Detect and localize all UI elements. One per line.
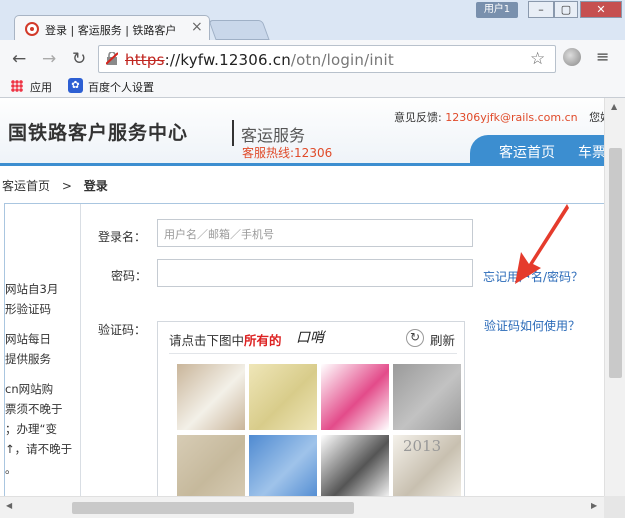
address-bar[interactable]: https://kyfw.12306.cn/otn/login/init ☆ [98, 45, 556, 73]
captcha-box: 请点击下图中所有的 口哨 ↻ 刷新 2013 [157, 321, 465, 496]
zipper-image[interactable] [321, 435, 389, 496]
calendar-year-text: 2013 [403, 437, 442, 455]
breadcrumb-current: 登录 [83, 179, 108, 193]
close-tab-icon[interactable]: × [191, 19, 203, 35]
nav-home[interactable]: 客运首页 [499, 142, 555, 162]
tiles-image[interactable] [177, 435, 245, 496]
site-title: 国铁路客户服务中心 [8, 122, 189, 144]
breadcrumb: 客运首页 > 登录 [2, 179, 108, 193]
refresh-icon[interactable]: ↻ [406, 329, 424, 347]
captcha-prompt: 请点击下图中所有的 [169, 333, 282, 348]
bookmark-star-icon[interactable]: ☆ [530, 49, 545, 69]
marshmallows-image[interactable] [177, 364, 245, 430]
url-text: https://kyfw.12306.cn/otn/login/init [125, 51, 394, 69]
nav-tickets[interactable]: 车票 [578, 142, 604, 162]
forward-arrow-icon[interactable]: → [42, 49, 56, 69]
feedback-email-link[interactable]: 12306yjfk@rails.com.cn [445, 111, 577, 124]
maximize-button[interactable]: ▢ [554, 1, 578, 18]
password-label: 密码： [111, 269, 148, 283]
reload-icon[interactable]: ↻ [72, 49, 86, 69]
captcha-target-word: 口哨 [296, 330, 324, 346]
site-header: 国铁路客户服务中心 客运服务 客服热线:12306 意见反馈: 12306yjf… [0, 98, 604, 166]
grey-texture-image[interactable] [393, 364, 461, 430]
horizontal-scrollbar[interactable]: ◀ ▶ [0, 496, 604, 518]
notice-column: 网站自3月 形验证码 网站每日 提供服务 cn网站购 票须不晚于 ；办理“变 ↑… [5, 204, 81, 496]
back-arrow-icon[interactable]: ← [12, 49, 26, 69]
vertical-scrollbar[interactable]: ▲ [604, 98, 625, 496]
notice-line: ↑，请不晚于 [5, 442, 73, 456]
title-bar: 登录 | 客运服务 | 铁路客户 × 用户1 – ▢ ✕ [0, 0, 625, 41]
notice-line: ；办理“变 [5, 422, 57, 436]
new-tab-button[interactable] [208, 20, 270, 40]
minimize-button[interactable]: – [528, 1, 554, 18]
scroll-right-arrow-icon[interactable]: ▶ [591, 501, 597, 510]
notice-line: cn网站购 [5, 382, 54, 396]
calendar-image[interactable] [249, 364, 317, 430]
bookmarks-bar: 应用 ✿ 百度个人设置 [0, 76, 625, 98]
menu-icon[interactable]: ≡ [596, 47, 609, 66]
main-nav: 客运首页 车票 [470, 135, 604, 166]
broken-lock-icon [106, 52, 118, 65]
horizontal-scroll-thumb[interactable] [72, 502, 354, 514]
scroll-up-arrow-icon[interactable]: ▲ [611, 102, 617, 111]
section-title: 客运服务 [241, 126, 306, 145]
calendar-2013-image[interactable]: 2013 [393, 435, 461, 496]
username-label: 登录名： [98, 230, 147, 244]
extension-globe-icon[interactable] [563, 48, 581, 66]
notice-line: 形验证码 [5, 302, 51, 316]
breadcrumb-home-link[interactable]: 客运首页 [2, 179, 50, 193]
header-divider [232, 120, 234, 146]
notice-line: 网站每日 [5, 332, 51, 346]
site-favicon-icon [25, 22, 39, 36]
apps-icon[interactable] [11, 80, 23, 92]
scroll-left-arrow-icon[interactable]: ◀ [6, 501, 12, 510]
hotline-text: 客服热线:12306 [242, 146, 333, 160]
profile-button[interactable]: 用户1 [476, 2, 518, 18]
tab-title: 登录 | 客运服务 | 铁路客户 [45, 24, 177, 37]
notice-line: 票须不晚于 [5, 402, 63, 416]
greeting-text: 您好 [589, 111, 604, 124]
notice-line: 提供服务 [5, 352, 51, 366]
vertical-scroll-thumb[interactable] [609, 148, 622, 378]
captcha-help-link[interactable]: 验证码如何使用？ [484, 317, 580, 334]
close-window-button[interactable]: ✕ [580, 1, 622, 18]
bookmark-baidu[interactable]: 百度个人设置 [88, 79, 154, 95]
refresh-button[interactable]: 刷新 [430, 330, 455, 349]
baidu-paw-icon[interactable]: ✿ [68, 78, 83, 93]
notice-line: 网站自3月 [5, 282, 59, 296]
bookmark-apps[interactable]: 应用 [30, 79, 52, 95]
username-input[interactable]: 用户名／邮箱／手机号 [157, 219, 473, 247]
username-placeholder: 用户名／邮箱／手机号 [164, 228, 274, 241]
captcha-label: 验证码： [98, 323, 147, 337]
password-input[interactable] [157, 259, 473, 287]
web-page: 国铁路客户服务中心 客运服务 客服热线:12306 意见反馈: 12306yjf… [0, 98, 604, 496]
browser-tab[interactable]: 登录 | 客运服务 | 铁路客户 × [14, 15, 210, 41]
feedback-info: 意见反馈: 12306yjfk@rails.com.cn 您好 [394, 109, 604, 125]
header-underline [0, 163, 604, 166]
chimney-image[interactable] [249, 435, 317, 496]
browser-window: 登录 | 客运服务 | 铁路客户 × 用户1 – ▢ ✕ ← → ↻ https… [0, 0, 625, 518]
notice-line: 。 [5, 462, 17, 476]
annotation-arrow [515, 204, 569, 284]
colored-pens-image[interactable] [321, 364, 389, 430]
